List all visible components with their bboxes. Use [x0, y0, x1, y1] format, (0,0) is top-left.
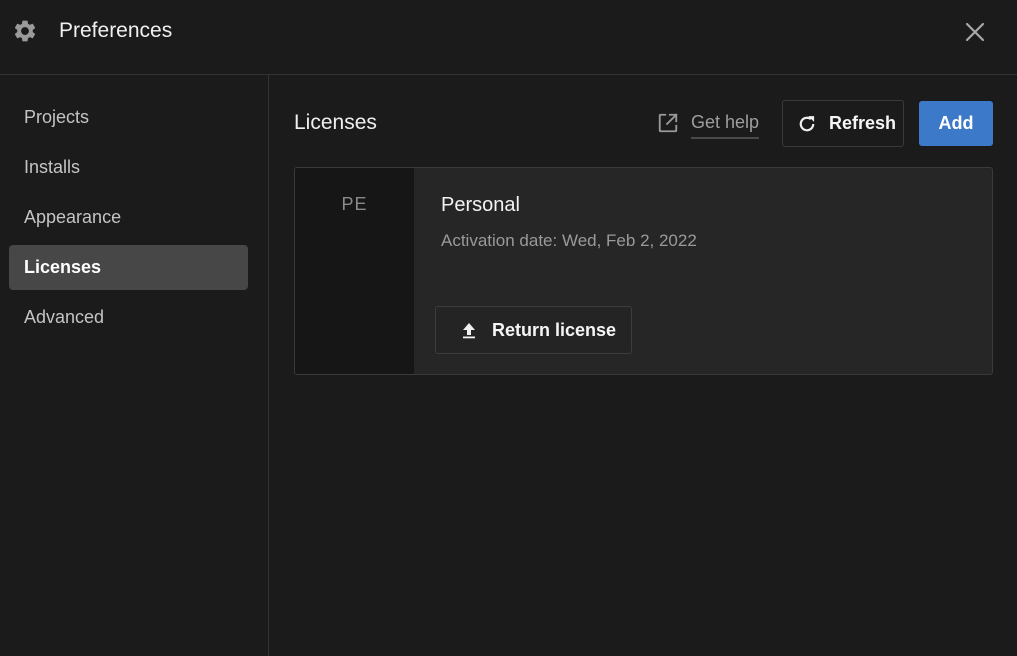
license-name: Personal: [441, 194, 520, 216]
title-bar: Preferences: [0, 0, 1017, 75]
get-help-label: Get help: [691, 111, 760, 139]
page-title: Licenses: [294, 111, 377, 134]
main-panel: Licenses Get help Refresh Add PE Persona…: [270, 75, 1017, 656]
sidebar-item-advanced[interactable]: Advanced: [9, 295, 248, 340]
refresh-label: Refresh: [829, 113, 897, 133]
sidebar-item-appearance[interactable]: Appearance: [9, 195, 248, 240]
refresh-icon: [799, 115, 815, 131]
sidebar-item-projects[interactable]: Projects: [9, 95, 248, 140]
preferences-window: Preferences Projects Installs Appearance…: [0, 0, 1017, 656]
license-card: PE Personal Activation date: Wed, Feb 2,…: [294, 167, 993, 375]
sidebar: Projects Installs Appearance Licenses Ad…: [0, 75, 269, 656]
license-badge: PE: [295, 168, 414, 374]
refresh-button[interactable]: Refresh: [782, 100, 904, 147]
sidebar-item-licenses[interactable]: Licenses: [9, 245, 248, 290]
gear-icon: [14, 20, 36, 42]
add-license-button[interactable]: Add: [919, 101, 993, 146]
close-icon[interactable]: [962, 19, 988, 45]
return-license-button[interactable]: Return license: [435, 306, 632, 354]
get-help-link[interactable]: Get help: [657, 111, 760, 141]
sidebar-item-installs[interactable]: Installs: [9, 145, 248, 190]
window-title: Preferences: [59, 19, 173, 42]
external-link-icon: [658, 113, 678, 133]
return-license-label: Return license: [492, 319, 617, 340]
upload-arrow-icon: [463, 323, 475, 339]
activation-date: Activation date: Wed, Feb 2, 2022: [441, 231, 697, 250]
